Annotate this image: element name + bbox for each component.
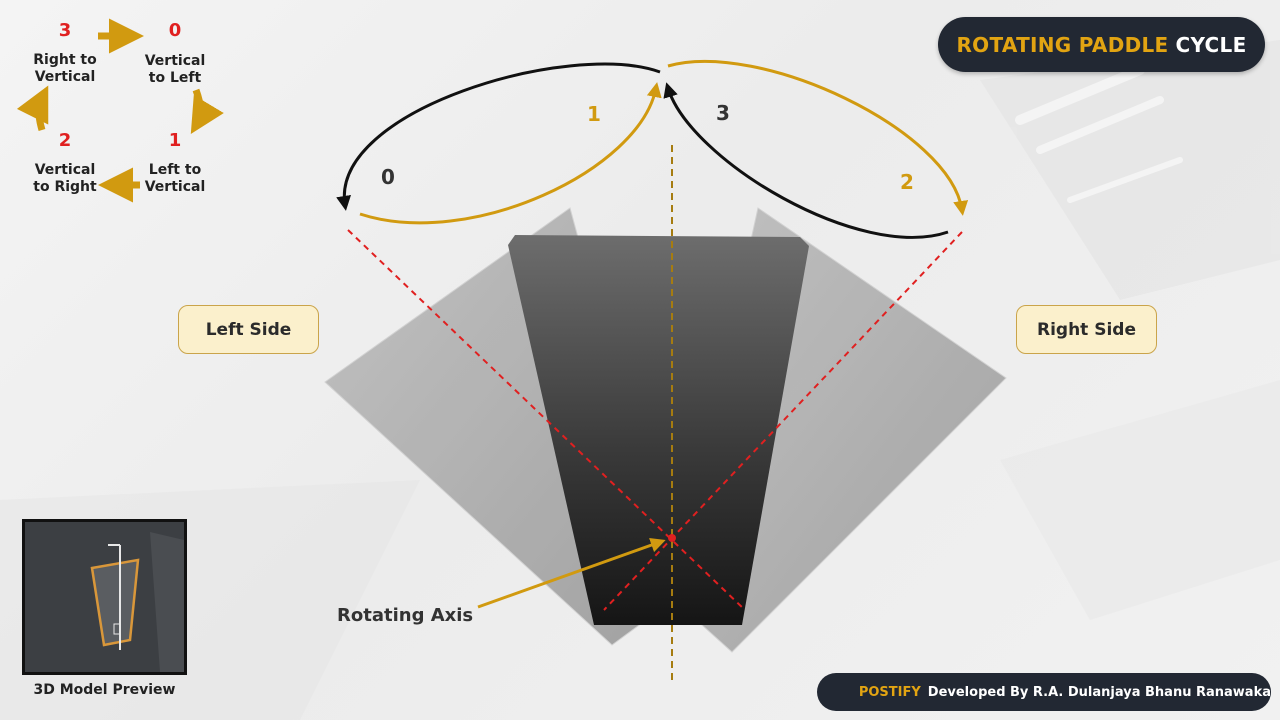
footer-credit-bar: POSTIFY Developed By R.A. Dulanjaya Bhan… [817,673,1271,711]
cycle-step-1-line2: Vertical [144,179,206,195]
cycle-step-3-label: Right to Vertical [25,52,105,86]
title-accent: ROTATING PADDLE [956,32,1169,57]
diagram-canvas [0,18,1280,720]
cycle-step-1-label: Left to Vertical [135,162,215,196]
right-side-label: Right Side [1016,305,1157,354]
cycle-step-3-line2: Vertical [34,69,96,85]
arrow-step-3 [663,82,949,239]
model-preview-thumbnail[interactable] [22,519,187,675]
footer-credit: Developed By R.A. Dulanjaya Bhanu Ranawa… [927,684,1271,700]
title-rest: CYCLE [1175,32,1247,57]
cycle-step-3-number: 3 [58,20,72,41]
arc-label-1: 1 [587,102,601,126]
arrow-step-1 [359,82,662,225]
footer-brand: POSTIFY [858,684,921,700]
arrow-step-2 [667,60,969,216]
arc-label-2: 2 [900,170,914,194]
cycle-step-2-line1: Vertical [34,162,96,178]
cycle-step-2-line2: to Right [33,179,97,195]
cycle-step-0-line1: Vertical [144,53,206,69]
page-title: ROTATING PADDLE CYCLE [938,17,1265,72]
cycle-step-2-label: Vertical to Right [25,162,105,196]
arc-label-0: 0 [381,165,395,189]
cycle-step-0-label: Vertical to Left [135,53,215,87]
model-preview-caption: 3D Model Preview [33,682,176,698]
cycle-step-1-number: 1 [168,130,182,151]
rotating-axis-label: Rotating Axis [337,605,474,626]
cycle-step-2-number: 2 [58,130,72,151]
left-side-label: Left Side [178,305,319,354]
axis-center-point [668,534,676,542]
cycle-step-0-number: 0 [168,20,182,41]
cycle-step-1-line1: Left to [148,162,202,178]
cycle-step-3-line1: Right to [33,52,97,68]
cycle-step-0-line2: to Left [148,70,202,86]
arc-label-3: 3 [716,101,730,125]
